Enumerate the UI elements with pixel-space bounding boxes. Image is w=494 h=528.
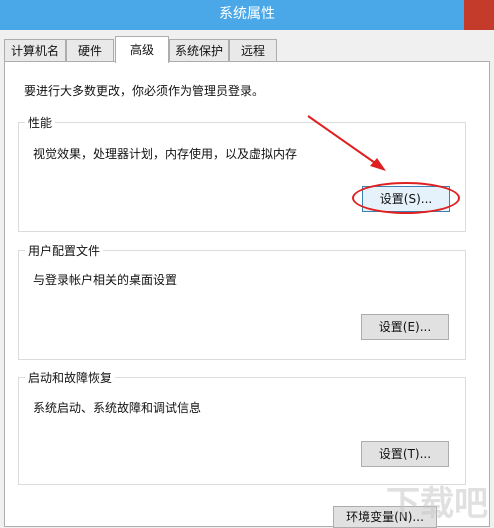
user-profiles-settings-button[interactable]: 设置(E)...	[361, 314, 449, 340]
tab-bar: 计算机名 硬件 高级 系统保护 远程	[0, 36, 494, 63]
performance-group: 性能 视觉效果，处理器计划，内存使用，以及虚拟内存	[18, 114, 466, 232]
startup-recovery-group: 启动和故障恢复 系统启动、系统故障和调试信息	[18, 369, 466, 485]
startup-recovery-label: 启动和故障恢复	[25, 369, 116, 386]
tab-advanced[interactable]: 高级	[115, 36, 169, 63]
performance-desc: 视觉效果，处理器计划，内存使用，以及虚拟内存	[33, 147, 298, 161]
close-button[interactable]	[464, 0, 494, 30]
admin-notice: 要进行大多数更改，你必须作为管理员登录。	[24, 84, 265, 98]
tab-remote[interactable]: 远程	[229, 39, 277, 61]
window-title: 系统属性	[219, 6, 275, 22]
watermark-logo: 下载吧	[386, 484, 488, 524]
tab-computer-name[interactable]: 计算机名	[4, 39, 66, 61]
user-profiles-group: 用户配置文件 与登录帐户相关的桌面设置	[18, 242, 466, 360]
startup-recovery-desc: 系统启动、系统故障和调试信息	[33, 401, 202, 415]
performance-settings-button[interactable]: 设置(S)...	[362, 186, 450, 212]
startup-recovery-settings-button[interactable]: 设置(T)...	[361, 441, 449, 467]
tab-system-protection[interactable]: 系统保护	[169, 39, 229, 61]
tab-hardware[interactable]: 硬件	[66, 39, 114, 61]
performance-label: 性能	[25, 114, 56, 131]
user-profiles-desc: 与登录帐户相关的桌面设置	[33, 273, 178, 287]
window-titlebar[interactable]: 系统属性	[0, 0, 494, 30]
user-profiles-label: 用户配置文件	[25, 242, 104, 259]
